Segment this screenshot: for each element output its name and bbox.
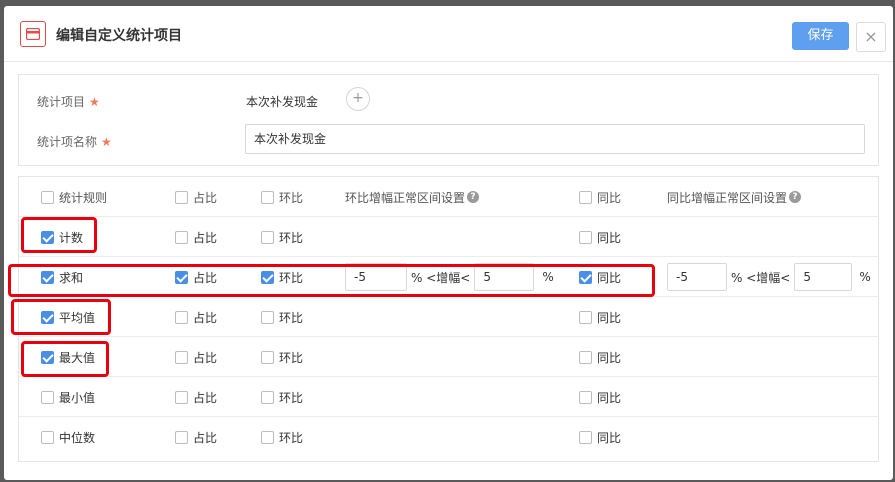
header-yoy-range: 同比增幅正常区间设置 ?: [667, 177, 802, 217]
dialog-header: 编辑自定义统计项目 保存 ×: [4, 6, 893, 62]
dialog-title: 编辑自定义统计项目: [56, 28, 182, 44]
rule-cell[interactable]: 最大值: [41, 337, 95, 377]
mom-cell[interactable]: 环比: [261, 417, 303, 457]
help-icon[interactable]: ?: [467, 191, 480, 203]
yoy-cell[interactable]: 同比: [579, 417, 621, 457]
yoy-checkbox[interactable]: [579, 270, 592, 284]
rule-checkbox[interactable]: [41, 390, 54, 404]
mom-cell[interactable]: 环比: [261, 377, 303, 417]
yoy-cell[interactable]: 同比: [579, 217, 621, 257]
share-checkbox[interactable]: [175, 350, 188, 364]
share-checkbox[interactable]: [175, 430, 188, 444]
edit-statistic-dialog: 编辑自定义统计项目 保存 × 统计项目 ★ 本次补发现金 + 统计项名称 ★ 本次补…: [4, 6, 893, 480]
yoy-min-input[interactable]: -5: [667, 263, 727, 291]
close-button[interactable]: ×: [856, 22, 886, 52]
yoy-cell[interactable]: 同比: [579, 337, 621, 377]
yoy-cell[interactable]: 同比: [579, 257, 621, 297]
share-cell[interactable]: 占比: [175, 257, 217, 297]
share-cell[interactable]: 占比: [175, 217, 217, 257]
table-row: 中位数 占比 环比 同比: [19, 417, 878, 457]
mom-checkbox[interactable]: [261, 310, 274, 324]
save-button[interactable]: 保存: [792, 22, 849, 50]
item-value: 本次补发现金: [246, 95, 319, 109]
table-row: 求和 占比 环比 -5% <增幅< 5% 同比 -5% <增幅< 5%: [19, 257, 878, 297]
share-checkbox[interactable]: [175, 270, 188, 284]
name-input[interactable]: 本次补发现金: [245, 124, 865, 154]
header-rule[interactable]: 统计规则: [41, 177, 107, 217]
item-form: 统计项目 ★ 本次补发现金 + 统计项名称 ★ 本次补发现金: [18, 74, 879, 166]
help-icon[interactable]: ?: [789, 191, 802, 203]
share-all-checkbox[interactable]: [175, 190, 188, 204]
rule-cell[interactable]: 平均值: [41, 297, 95, 337]
mom-cell[interactable]: 环比: [261, 217, 303, 257]
select-all-checkbox[interactable]: [41, 190, 54, 204]
mom-checkbox[interactable]: [261, 270, 274, 284]
range-end-text: %: [859, 270, 871, 284]
mom-all-checkbox[interactable]: [261, 190, 274, 204]
mom-min-input[interactable]: -5: [345, 263, 407, 291]
share-cell[interactable]: 占比: [175, 417, 217, 457]
yoy-range-cell: -5 % <增幅< 5%: [667, 257, 871, 297]
mom-cell[interactable]: 环比: [261, 257, 303, 297]
mom-cell[interactable]: 环比: [261, 297, 303, 337]
form-row-name: 统计项名称 ★ 本次补发现金: [19, 121, 878, 161]
mom-checkbox[interactable]: [261, 230, 274, 244]
mom-range-cell: -5 % <增幅< 5%: [345, 257, 554, 297]
rules-table: 统计规则 占比 环比 环比增幅正常区间设置 ? 同比 同比增幅正常区间设置 ?: [18, 176, 879, 462]
rule-cell[interactable]: 求和: [41, 257, 83, 297]
mom-checkbox[interactable]: [261, 430, 274, 444]
yoy-checkbox[interactable]: [579, 350, 592, 364]
yoy-cell[interactable]: 同比: [579, 297, 621, 337]
header-mom[interactable]: 环比: [261, 177, 303, 217]
table-row: 最小值 占比 环比 同比: [19, 377, 878, 417]
form-row-item: 统计项目 ★ 本次补发现金 +: [19, 81, 878, 121]
plus-icon: +: [352, 90, 364, 106]
name-label: 统计项名称 ★: [37, 135, 112, 149]
table-row: 最大值 占比 环比 同比: [19, 337, 878, 377]
share-checkbox[interactable]: [175, 390, 188, 404]
yoy-checkbox[interactable]: [579, 430, 592, 444]
header-share[interactable]: 占比: [175, 177, 217, 217]
range-mid-text: % <增幅<: [731, 270, 791, 285]
yoy-max-input[interactable]: 5: [794, 263, 853, 291]
yoy-checkbox[interactable]: [579, 230, 592, 244]
rule-checkbox[interactable]: [41, 310, 54, 324]
dialog-card-icon: [20, 21, 46, 47]
table-row: 计数 占比 环比 同比: [19, 217, 878, 257]
add-item-button[interactable]: +: [346, 87, 370, 111]
mom-cell[interactable]: 环比: [261, 337, 303, 377]
share-cell[interactable]: 占比: [175, 297, 217, 337]
share-checkbox[interactable]: [175, 230, 188, 244]
item-label: 统计项目 ★: [37, 95, 100, 109]
rule-checkbox[interactable]: [41, 430, 54, 444]
required-icon: ★: [101, 135, 112, 149]
share-cell[interactable]: 占比: [175, 337, 217, 377]
table-header: 统计规则 占比 环比 环比增幅正常区间设置 ? 同比 同比增幅正常区间设置 ?: [19, 177, 878, 217]
yoy-cell[interactable]: 同比: [579, 377, 621, 417]
range-end-text: %: [542, 270, 554, 284]
rule-checkbox[interactable]: [41, 230, 54, 244]
mom-checkbox[interactable]: [261, 350, 274, 364]
mom-max-input[interactable]: 5: [474, 263, 535, 291]
range-mid-text: % <增幅<: [411, 270, 471, 285]
share-cell[interactable]: 占比: [175, 377, 217, 417]
rule-checkbox[interactable]: [41, 350, 54, 364]
mom-checkbox[interactable]: [261, 390, 274, 404]
rule-checkbox[interactable]: [41, 270, 54, 284]
header-mom-range: 环比增幅正常区间设置 ?: [345, 177, 480, 217]
header-yoy[interactable]: 同比: [579, 177, 621, 217]
required-icon: ★: [89, 95, 100, 109]
yoy-checkbox[interactable]: [579, 390, 592, 404]
share-checkbox[interactable]: [175, 310, 188, 324]
yoy-checkbox[interactable]: [579, 310, 592, 324]
yoy-all-checkbox[interactable]: [579, 190, 592, 204]
table-row: 平均值 占比 环比 同比: [19, 297, 878, 337]
rule-cell[interactable]: 最小值: [41, 377, 95, 417]
rule-cell[interactable]: 计数: [41, 217, 83, 257]
close-icon: ×: [864, 27, 878, 46]
rule-cell[interactable]: 中位数: [41, 417, 95, 457]
